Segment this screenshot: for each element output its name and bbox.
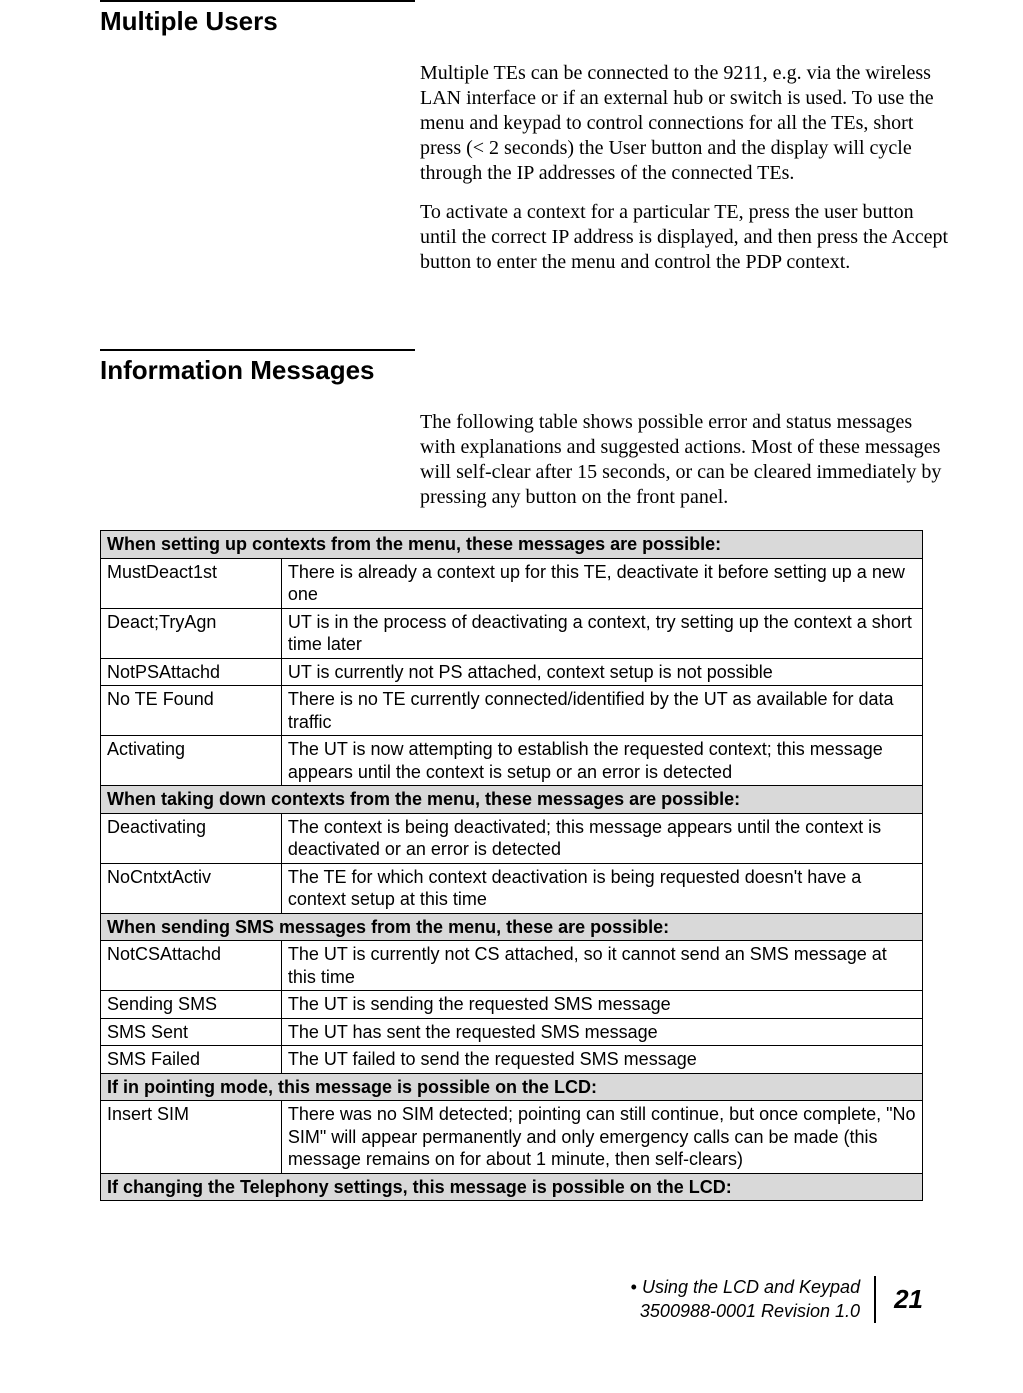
message-code: No TE Found [101,686,282,736]
message-description: The UT has sent the requested SMS messag… [281,1018,922,1046]
message-code: Deact;TryAgn [101,608,282,658]
table-group-header-cell: When taking down contexts from the menu,… [101,786,923,814]
message-code: MustDeact1st [101,558,282,608]
table-row: SMS SentThe UT has sent the requested SM… [101,1018,923,1046]
message-description: There was no SIM detected; pointing can … [281,1101,922,1174]
page-footer: • Using the LCD and Keypad 3500988-0001 … [631,1276,923,1323]
body-paragraph: The following table shows possible error… [420,410,950,510]
table-group-header-cell: If in pointing mode, this message is pos… [101,1073,923,1101]
table-group-header: When setting up contexts from the menu, … [101,531,923,559]
body-paragraph: Multiple TEs can be connected to the 921… [420,61,950,186]
message-code: SMS Sent [101,1018,282,1046]
table-row: DeactivatingThe context is being deactiv… [101,813,923,863]
message-code: Activating [101,736,282,786]
message-code: Insert SIM [101,1101,282,1174]
table-row: No TE FoundThere is no TE currently conn… [101,686,923,736]
message-description: There is already a context up for this T… [281,558,922,608]
message-description: The UT is sending the requested SMS mess… [281,991,922,1019]
message-description: There is no TE currently connected/ident… [281,686,922,736]
footer-line-1: • Using the LCD and Keypad [631,1276,860,1299]
table-row: ActivatingThe UT is now attempting to es… [101,736,923,786]
table-group-header-cell: If changing the Telephony settings, this… [101,1173,923,1201]
message-description: The UT is now attempting to establish th… [281,736,922,786]
message-code: NotPSAttachd [101,658,282,686]
table-group-header: If changing the Telephony settings, this… [101,1173,923,1201]
body-paragraph: To activate a context for a particular T… [420,200,950,275]
section-rule [100,349,415,351]
table-row: Sending SMSThe UT is sending the request… [101,991,923,1019]
table-row: NotPSAttachdUT is currently not PS attac… [101,658,923,686]
message-code: NoCntxtActiv [101,863,282,913]
message-code: SMS Failed [101,1046,282,1074]
message-code: Sending SMS [101,991,282,1019]
message-description: The UT failed to send the requested SMS … [281,1046,922,1074]
table-row: NotCSAttachdThe UT is currently not CS a… [101,941,923,991]
message-description: The context is being deactivated; this m… [281,813,922,863]
message-description: The TE for which context deactivation is… [281,863,922,913]
footer-line-2: 3500988-0001 Revision 1.0 [631,1300,860,1323]
table-row: Insert SIM There was no SIM detected; po… [101,1101,923,1174]
table-group-header: When taking down contexts from the menu,… [101,786,923,814]
message-description: UT is currently not PS attached, context… [281,658,922,686]
table-group-header-cell: When sending SMS messages from the menu,… [101,913,923,941]
table-group-header: When sending SMS messages from the menu,… [101,913,923,941]
section-title-information-messages: Information Messages [100,355,923,386]
message-code: NotCSAttachd [101,941,282,991]
table-row: NoCntxtActivThe TE for which context dea… [101,863,923,913]
section-rule [100,0,415,2]
message-description: The UT is currently not CS attached, so … [281,941,922,991]
page-number: 21 [876,1284,923,1315]
message-code: Deactivating [101,813,282,863]
table-row: Deact;TryAgnUT is in the process of deac… [101,608,923,658]
table-group-header-cell: When setting up contexts from the menu, … [101,531,923,559]
message-description: UT is in the process of deactivating a c… [281,608,922,658]
messages-table: When setting up contexts from the menu, … [100,530,923,1201]
table-row: MustDeact1stThere is already a context u… [101,558,923,608]
table-group-header: If in pointing mode, this message is pos… [101,1073,923,1101]
table-row: SMS FailedThe UT failed to send the requ… [101,1046,923,1074]
section-title-multiple-users: Multiple Users [100,6,923,37]
